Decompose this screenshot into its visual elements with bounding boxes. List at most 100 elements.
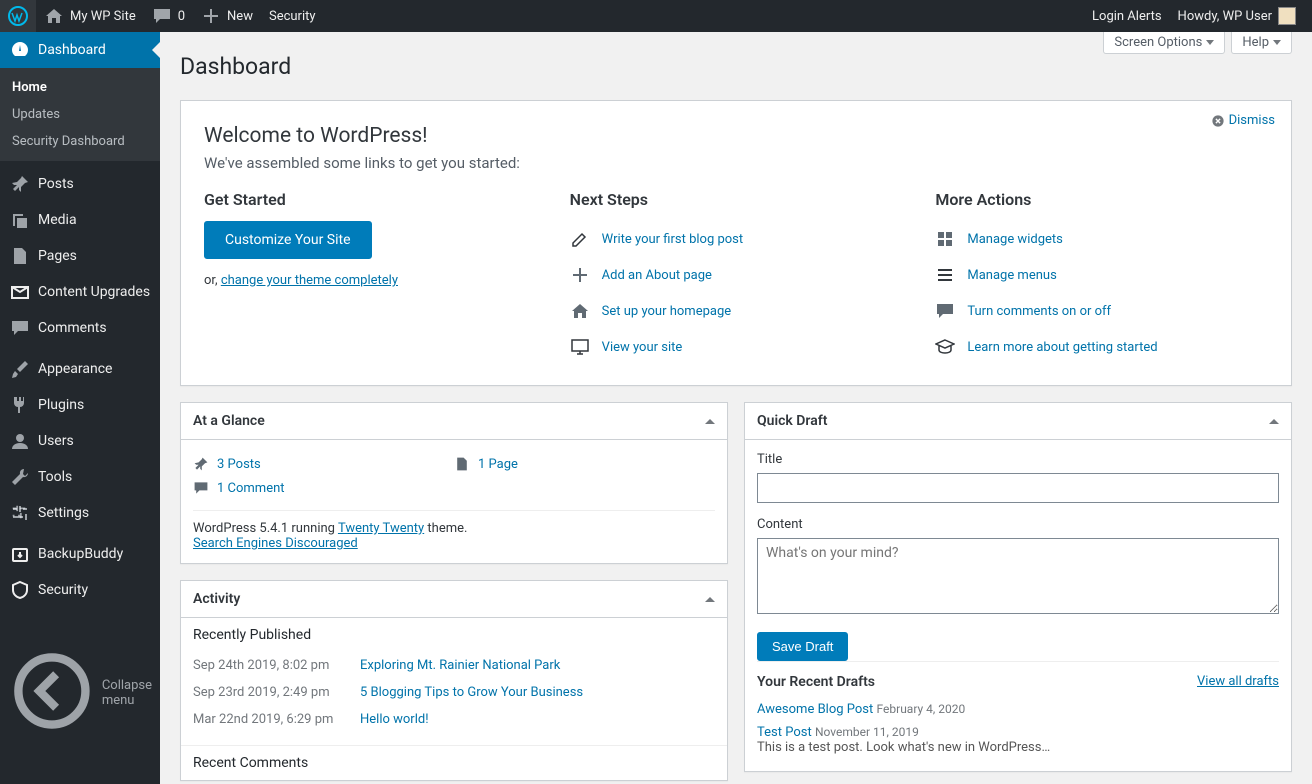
toggle-comments-link[interactable]: Turn comments on or off — [967, 304, 1111, 319]
new-content-menu[interactable]: New — [193, 0, 261, 32]
collapse-icon — [10, 616, 94, 770]
plug-icon — [10, 395, 30, 415]
sidebar-item-tools[interactable]: Tools — [0, 459, 160, 495]
grad-icon — [935, 337, 955, 357]
sidebar-item-security[interactable]: Security — [0, 572, 160, 608]
media-icon — [10, 210, 30, 230]
dashboard-submenu: Home Updates Security Dashboard — [0, 68, 160, 161]
welcome-panel: Dismiss Welcome to WordPress! We've asse… — [180, 100, 1292, 386]
recent-comments-heading: Recent Comments — [181, 746, 727, 780]
draft-row: Test Post November 11, 2019This is a tes… — [757, 721, 1279, 759]
save-draft-button[interactable]: Save Draft — [757, 632, 848, 661]
toggle-arrow-icon[interactable] — [705, 419, 715, 424]
sidebar-item-comments[interactable]: Comments — [0, 310, 160, 346]
comments-count: 0 — [178, 9, 185, 24]
wrench-icon — [10, 467, 30, 487]
draft-row: Awesome Blog Post February 4, 2020 — [757, 698, 1279, 721]
draft-title-input[interactable] — [757, 473, 1279, 503]
search-engines-discouraged-link[interactable]: Search Engines Discouraged — [193, 536, 358, 551]
sidebar-item-dashboard[interactable]: Dashboard — [0, 32, 160, 68]
post-link[interactable]: 5 Blogging Tips to Grow Your Business — [360, 685, 583, 700]
welcome-subtitle: We've assembled some links to get you st… — [204, 154, 1281, 172]
pages-icon — [454, 456, 470, 472]
sidebar-item-appearance[interactable]: Appearance — [0, 351, 160, 387]
sidebar-item-settings[interactable]: Settings — [0, 495, 160, 531]
comments-menu[interactable]: 0 — [144, 0, 193, 32]
shield-icon — [10, 580, 30, 600]
draft-link[interactable]: Test Post — [757, 725, 812, 740]
activity-row: Sep 24th 2019, 8:02 pmExploring Mt. Rain… — [193, 652, 715, 679]
post-link[interactable]: Exploring Mt. Rainier National Park — [360, 658, 560, 673]
welcome-heading: Welcome to WordPress! — [204, 124, 1281, 148]
view-site-link[interactable]: View your site — [602, 340, 683, 355]
learn-more-link[interactable]: Learn more about getting started — [967, 340, 1157, 355]
wp-logo[interactable] — [0, 0, 36, 32]
admin-toolbar: My WP Site 0 New Security Login Alerts H… — [0, 0, 1312, 32]
sidebar-item-pages[interactable]: Pages — [0, 238, 160, 274]
sidebar-item-plugins[interactable]: Plugins — [0, 387, 160, 423]
avatar — [1278, 7, 1296, 25]
activity-heading[interactable]: Activity — [181, 581, 727, 618]
brush-icon — [10, 359, 30, 379]
activity-box: Activity Recently Published Sep 24th 201… — [180, 580, 728, 781]
admin-sidebar: Dashboard Home Updates Security Dashboar… — [0, 32, 160, 784]
submenu-updates[interactable]: Updates — [0, 101, 160, 128]
pages-count-link[interactable]: 1 Page — [478, 457, 518, 472]
site-name: My WP Site — [70, 9, 136, 24]
new-label: New — [227, 9, 253, 24]
main-content: Screen Options Help Dashboard Dismiss We… — [160, 32, 1312, 784]
account-menu[interactable]: Howdy, WP User — [1170, 0, 1304, 32]
manage-widgets-link[interactable]: Manage widgets — [967, 232, 1063, 247]
setup-homepage-link[interactable]: Set up your homepage — [602, 304, 731, 319]
quick-draft-heading[interactable]: Quick Draft — [745, 403, 1291, 440]
sidebar-item-media[interactable]: Media — [0, 202, 160, 238]
sidebar-item-content-upgrades[interactable]: Content Upgrades — [0, 274, 160, 310]
title-label: Title — [757, 452, 1279, 467]
chevron-down-icon — [1206, 40, 1214, 45]
submenu-security-dashboard[interactable]: Security Dashboard — [0, 128, 160, 155]
sidebar-item-posts[interactable]: Posts — [0, 166, 160, 202]
security-menu[interactable]: Security — [261, 0, 324, 32]
site-name-menu[interactable]: My WP Site — [36, 0, 144, 32]
desktop-icon — [570, 337, 590, 357]
posts-count-link[interactable]: 3 Posts — [217, 457, 261, 472]
more-actions-col: More Actions Manage widgets Manage menus… — [935, 190, 1281, 365]
next-steps-col: Next Steps Write your first blog post Ad… — [570, 190, 916, 365]
help-tab[interactable]: Help — [1231, 32, 1292, 54]
dismiss-welcome[interactable]: Dismiss — [1211, 113, 1275, 128]
collapse-menu[interactable]: Collapse menu — [0, 608, 160, 778]
draft-link[interactable]: Awesome Blog Post — [757, 702, 873, 717]
sidebar-item-backupbuddy[interactable]: BackupBuddy — [0, 536, 160, 572]
sidebar-item-users[interactable]: Users — [0, 423, 160, 459]
plus-icon — [201, 6, 221, 26]
submenu-home[interactable]: Home — [0, 74, 160, 101]
screen-options-tab[interactable]: Screen Options — [1103, 32, 1225, 54]
pin-icon — [193, 456, 209, 472]
content-label: Content — [757, 517, 1279, 532]
recently-published-heading: Recently Published — [181, 618, 727, 652]
toggle-arrow-icon[interactable] — [1269, 419, 1279, 424]
wordpress-icon — [8, 6, 28, 26]
add-about-page-link[interactable]: Add an About page — [602, 268, 712, 283]
toggle-arrow-icon[interactable] — [705, 597, 715, 602]
edit-icon — [570, 229, 590, 249]
write-first-post-link[interactable]: Write your first blog post — [602, 232, 743, 247]
view-all-drafts-link[interactable]: View all drafts — [1197, 674, 1279, 690]
change-theme-link[interactable]: change your theme completely — [221, 273, 398, 288]
at-a-glance-heading[interactable]: At a Glance — [181, 403, 727, 440]
customize-site-button[interactable]: Customize Your Site — [204, 221, 372, 259]
comments-count-link[interactable]: 1 Comment — [217, 481, 285, 496]
login-alerts[interactable]: Login Alerts — [1084, 0, 1170, 32]
widgets-icon — [935, 229, 955, 249]
at-a-glance-box: At a Glance 3 Posts 1 Page 1 Comment Wor… — [180, 402, 728, 564]
menus-icon — [935, 265, 955, 285]
comment-icon — [193, 480, 209, 496]
post-link[interactable]: Hello world! — [360, 712, 429, 727]
manage-menus-link[interactable]: Manage menus — [967, 268, 1056, 283]
activity-row: Sep 23rd 2019, 2:49 pm5 Blogging Tips to… — [193, 679, 715, 706]
plus-icon — [570, 265, 590, 285]
draft-content-input[interactable] — [757, 538, 1279, 614]
dashboard-icon — [10, 40, 30, 60]
theme-link[interactable]: Twenty Twenty — [338, 521, 424, 536]
pin-icon — [10, 174, 30, 194]
